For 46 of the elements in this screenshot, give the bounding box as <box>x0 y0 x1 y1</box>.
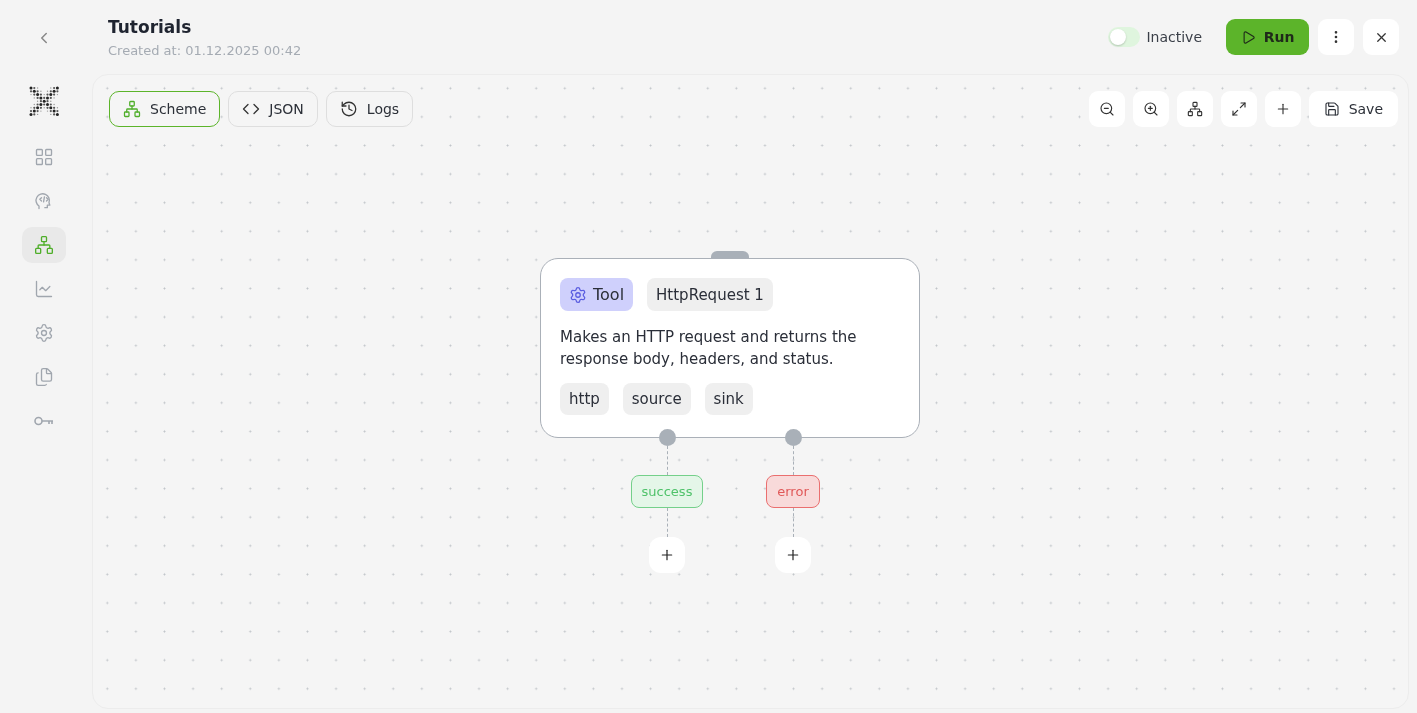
view-tab[interactable]: JSON <box>228 91 318 127</box>
zoom-in-button[interactable] <box>1132 91 1169 127</box>
view-tab[interactable]: Scheme <box>109 91 221 127</box>
add-button[interactable] <box>1264 91 1301 127</box>
fullscreen-button[interactable] <box>1220 91 1257 127</box>
settings-icon <box>34 323 54 343</box>
status-label: Inactive <box>1146 29 1202 45</box>
output-label: error <box>766 475 820 508</box>
zoom-out-icon <box>1098 101 1115 117</box>
expand-icon <box>1230 101 1247 117</box>
hierarchy-icon <box>34 235 54 255</box>
hierarchy-icon <box>1186 101 1203 117</box>
key-icon <box>34 415 54 427</box>
play-icon <box>1240 29 1256 45</box>
save-button[interactable]: Save <box>1308 91 1398 127</box>
plus-icon <box>785 547 801 563</box>
node-tag: http <box>560 383 609 415</box>
zoom-in-icon <box>1142 101 1159 117</box>
type-badge: Tool <box>560 278 634 311</box>
node-tag: sink <box>704 383 753 415</box>
close-button[interactable] <box>1363 19 1399 55</box>
tool-node[interactable]: Tool HttpRequest 1 Makes an HTTP request and returns the response body, headers, and status. http source sink <box>540 258 920 438</box>
view-tab[interactable]: Logs <box>325 91 414 127</box>
plus-icon <box>659 547 675 563</box>
document-icon <box>34 367 54 387</box>
run-button[interactable]: Run <box>1226 19 1309 55</box>
layout-button[interactable] <box>1176 91 1213 127</box>
clock-icon <box>339 100 358 118</box>
node-description: Makes an HTTP request and returns the response body, headers, and status. <box>560 327 858 370</box>
sidebar-item[interactable] <box>22 227 66 263</box>
hierarchy-icon <box>123 100 141 118</box>
grid-icon <box>34 147 54 167</box>
add-node-button[interactable] <box>649 537 685 573</box>
logo-icon <box>28 86 60 117</box>
output-label: success <box>630 475 704 508</box>
save-icon <box>1323 101 1340 117</box>
line-chart-icon <box>34 279 54 299</box>
zoom-out-button[interactable] <box>1088 91 1125 127</box>
node-name: HttpRequest 1 <box>647 278 773 311</box>
more-button[interactable] <box>1318 19 1354 55</box>
created-date: Created at: 01.12.2025 00:42 <box>108 42 302 58</box>
node-tag: source <box>622 383 691 415</box>
page-title: Tutorials <box>108 16 193 37</box>
status-toggle[interactable] <box>1108 27 1141 47</box>
add-node-button[interactable] <box>775 537 811 573</box>
gear-icon <box>569 285 587 304</box>
